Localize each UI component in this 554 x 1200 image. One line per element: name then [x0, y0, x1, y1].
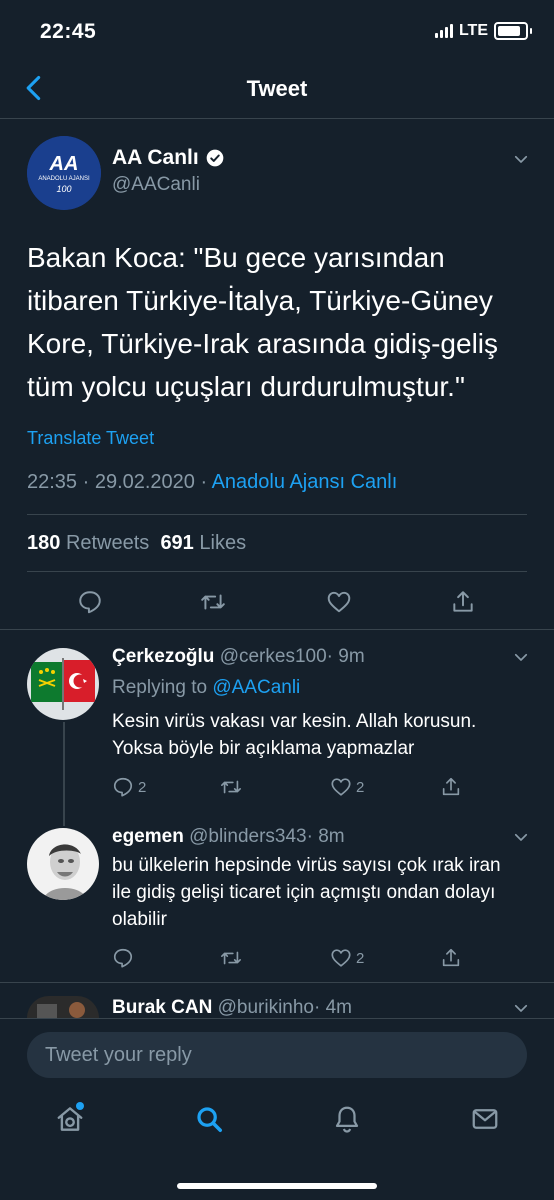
likes-label: Likes	[199, 532, 247, 554]
like-icon[interactable]	[326, 589, 352, 615]
chevron-down-icon[interactable]	[512, 999, 530, 1017]
new-content-dot	[76, 1102, 84, 1110]
likes-count: 691	[160, 532, 194, 554]
reply-avatar-egemen[interactable]	[27, 828, 99, 900]
status-bar: 22:45 LTE	[0, 0, 554, 64]
svg-text:AA: AA	[49, 153, 79, 175]
author-handle[interactable]: @AACanli	[112, 174, 200, 196]
divider	[27, 571, 527, 572]
chevron-down-icon[interactable]	[512, 150, 530, 168]
reply-icon[interactable]	[77, 589, 103, 615]
replying-to-handle[interactable]: @AACanli	[212, 677, 300, 698]
share-icon	[442, 948, 460, 967]
reply-text: Kesin virüs vakası var kesin. Allah koru…	[112, 711, 477, 759]
tweet-actions	[0, 583, 554, 625]
verified-icon	[206, 149, 224, 167]
reply-header[interactable]: egemen @blinders343· 8m	[112, 826, 345, 848]
like-icon	[331, 949, 351, 967]
battery-icon	[494, 22, 528, 40]
reply-author-name[interactable]: egemen	[112, 826, 184, 847]
reply-share-action[interactable]	[440, 947, 462, 969]
tweet-timestamp: 22:35 · 29.02.2020 ·	[27, 471, 212, 493]
share-icon[interactable]	[450, 589, 476, 615]
like-icon	[331, 778, 351, 796]
reply-icon	[113, 777, 133, 797]
tweet-stats[interactable]: 180 Retweets 691 Likes	[27, 532, 246, 555]
reply-author-name[interactable]: Çerkezoğlu	[112, 646, 214, 667]
reply-retweet-action[interactable]	[220, 776, 242, 798]
reply-like-action[interactable]: 2	[330, 776, 364, 798]
reply-avatar-burak[interactable]	[27, 996, 99, 1018]
author-name[interactable]: AA Canlı	[112, 146, 199, 170]
notifications-icon[interactable]	[332, 1104, 362, 1134]
reply-author-handle[interactable]: @burikinho	[218, 997, 314, 1018]
reply-share-action[interactable]	[440, 776, 462, 798]
retweets-label: Retweets	[65, 532, 150, 554]
reply-author-name[interactable]: Burak CAN	[112, 997, 212, 1018]
reply-icon	[113, 948, 133, 968]
reply-time: · 8m	[306, 826, 345, 847]
reply-time: · 4m	[314, 997, 352, 1018]
divider	[0, 982, 554, 983]
divider	[27, 514, 527, 515]
reply-header[interactable]: Çerkezoğlu @cerkes100· 9m	[112, 646, 365, 668]
retweets-count: 180	[27, 532, 61, 554]
anadolu-logo-icon: AA ANADOLU AJANSI 100	[27, 136, 101, 210]
network-label: LTE	[458, 22, 488, 39]
reply-reply-action[interactable]	[112, 947, 134, 969]
reply-avatar-cerkezoglu[interactable]	[27, 648, 99, 720]
replying-to-prefix: Replying to	[112, 677, 213, 698]
divider	[0, 629, 554, 630]
tweet-text: Bakan Koca: "Bu gece yarısından itibaren…	[27, 242, 499, 402]
reply-reply-action[interactable]: 2	[112, 776, 146, 798]
tweet-meta: 22:35 · 29.02.2020 · Anadolu Ajansı Canl…	[27, 471, 397, 494]
flags-avatar-image	[27, 648, 99, 720]
reply-header[interactable]: Burak CAN @burikinho· 4m	[112, 997, 352, 1019]
reply-author-handle[interactable]: @cerkes100	[220, 646, 327, 667]
svg-text:100: 100	[56, 184, 71, 194]
reply-like-action[interactable]: 2	[330, 947, 364, 969]
retweet-icon	[221, 780, 241, 794]
signal-icon	[434, 24, 453, 38]
reply-retweet-action[interactable]	[220, 947, 242, 969]
chevron-down-icon[interactable]	[512, 648, 530, 666]
reply-time: · 9m	[326, 646, 365, 667]
replying-to: Replying to @AACanli	[112, 677, 300, 699]
person-avatar-image	[27, 828, 99, 900]
messages-icon[interactable]	[470, 1104, 500, 1134]
like-count: 2	[356, 778, 365, 796]
person-avatar-image	[27, 996, 99, 1018]
tweet-source-link[interactable]: Anadolu Ajansı Canlı	[212, 471, 398, 493]
like-count: 2	[356, 949, 365, 967]
chevron-down-icon[interactable]	[512, 828, 530, 846]
reply-text: bu ülkelerin hepsinde virüs sayısı çok ı…	[112, 855, 501, 930]
translate-tweet-link[interactable]: Translate Tweet	[27, 428, 154, 449]
reply-count: 2	[138, 778, 147, 796]
page-title: Tweet	[246, 76, 308, 101]
retweet-icon	[221, 951, 241, 965]
status-indicators: LTE	[434, 22, 532, 40]
author-name-row[interactable]: AA Canlı	[112, 146, 225, 170]
search-icon[interactable]	[194, 1104, 224, 1134]
author-avatar[interactable]: AA ANADOLU AJANSI 100	[27, 136, 101, 210]
svg-text:ANADOLU AJANSI: ANADOLU AJANSI	[38, 176, 90, 182]
home-indicator	[177, 1183, 377, 1189]
battery-tip	[530, 28, 532, 34]
share-icon	[442, 777, 460, 796]
reply-author-handle[interactable]: @blinders343	[189, 826, 307, 847]
status-time: 22:45	[40, 20, 97, 43]
retweet-icon[interactable]	[200, 589, 226, 615]
thread-connector-line	[63, 722, 65, 826]
top-navigation: Tweet	[0, 64, 554, 119]
reply-input[interactable]	[27, 1032, 527, 1078]
